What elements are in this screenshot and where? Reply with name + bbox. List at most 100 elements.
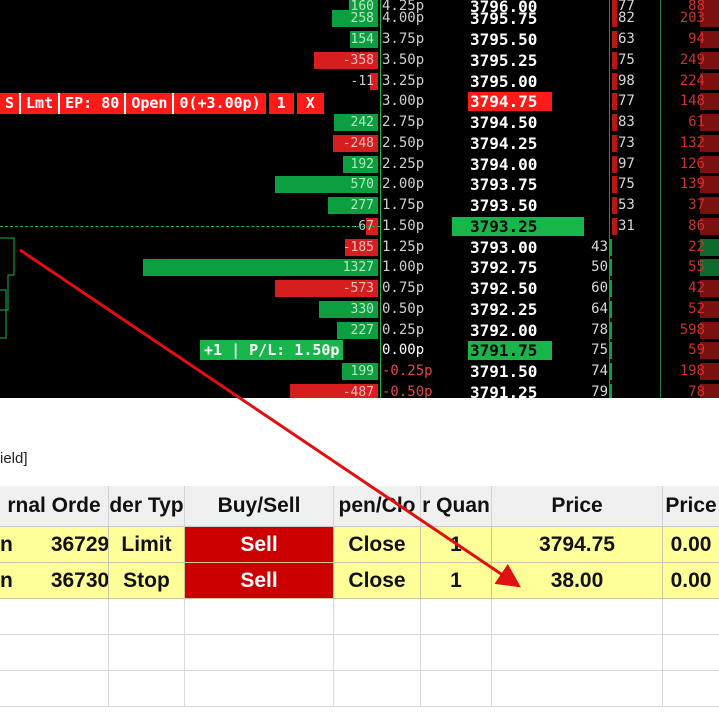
price-cell[interactable]: 3793.00 xyxy=(470,238,550,257)
ask-size[interactable]: 97 xyxy=(618,155,640,174)
empty-cell[interactable] xyxy=(109,635,185,671)
ask-size[interactable]: 77 xyxy=(618,92,640,111)
column-header-buy-sell[interactable]: Buy/Sell xyxy=(185,486,334,527)
price-cell[interactable]: 38.00 xyxy=(492,563,663,599)
empty-cell[interactable] xyxy=(492,671,663,707)
order-type-cell[interactable]: Limit xyxy=(109,527,185,563)
ladder-row[interactable]: 258 4.00p 3795.75 82 203 xyxy=(0,8,719,28)
bid-size[interactable]: 75 xyxy=(586,341,608,360)
order-type-cell[interactable]: Stop xyxy=(109,563,185,599)
column-header-price-2[interactable]: Price xyxy=(663,486,719,527)
bid-size[interactable]: 50 xyxy=(586,258,608,277)
ladder-row[interactable]: 199 -0.25p 3791.50 74 198 xyxy=(0,361,719,381)
ladder-row[interactable]: 570 2.00p 3793.75 75 139 xyxy=(0,174,719,194)
price-cell[interactable]: 3793.75 xyxy=(470,175,550,194)
quantity-cell[interactable]: 1 xyxy=(421,563,492,599)
price-cell[interactable]: 3792.00 xyxy=(470,321,550,340)
ladder-row[interactable]: 330 0.50p 3792.25 64 52 xyxy=(0,299,719,319)
ask-size[interactable]: 53 xyxy=(618,196,640,215)
column-header-quantity[interactable]: r Quan xyxy=(421,486,492,527)
price-cell[interactable]: 3794.00 xyxy=(470,155,550,174)
bid-size[interactable]: 64 xyxy=(586,300,608,319)
empty-cell[interactable] xyxy=(0,599,109,635)
ladder-row[interactable]: -358 3.50p 3795.25 75 249 xyxy=(0,50,719,70)
empty-cell[interactable] xyxy=(334,599,421,635)
column-header-order-type[interactable]: der Typ xyxy=(109,486,185,527)
buy-sell-cell[interactable]: Sell xyxy=(185,563,334,599)
buy-sell-cell[interactable]: Sell xyxy=(185,527,334,563)
price-cell[interactable]: 3795.75 xyxy=(470,9,550,28)
cancel-order-button[interactable]: X xyxy=(296,93,324,114)
price-cell[interactable]: 3792.50 xyxy=(470,279,550,298)
order-quantity[interactable]: 1 xyxy=(268,93,294,114)
price-cell[interactable]: 3793.25 xyxy=(452,217,584,236)
ladder-row[interactable]: 1327 1.00p 3792.75 50 55 xyxy=(0,257,719,277)
ladder-row[interactable]: 154 3.75p 3795.50 63 94 xyxy=(0,29,719,49)
internal-order-prefix[interactable]: n 36729 xyxy=(0,527,109,563)
ladder-row[interactable]: -573 0.75p 3792.50 60 42 xyxy=(0,278,719,298)
ladder-row[interactable]: -185 1.25p 3793.00 43 22 xyxy=(0,237,719,257)
empty-cell[interactable] xyxy=(334,671,421,707)
empty-cell[interactable] xyxy=(421,599,492,635)
empty-cell[interactable] xyxy=(663,671,719,707)
price-cell[interactable]: 3792.75 xyxy=(470,258,550,277)
price-cell[interactable]: 3794.25 xyxy=(470,134,550,153)
working-order-bar[interactable]: S Lmt EP: 80 Open 0(+3.00p) 1 X xyxy=(0,93,324,114)
bid-size[interactable]: 43 xyxy=(586,238,608,257)
ladder-row[interactable]: 192 2.25p 3794.00 97 126 xyxy=(0,154,719,174)
ask-size[interactable]: 75 xyxy=(618,175,640,194)
internal-order-prefix[interactable]: n 36730 xyxy=(0,563,109,599)
ask-size[interactable]: 83 xyxy=(618,113,640,132)
ladder-row[interactable]: 242 2.75p 3794.50 83 61 xyxy=(0,112,719,132)
empty-cell[interactable] xyxy=(0,635,109,671)
bid-size[interactable]: 60 xyxy=(586,279,608,298)
ladder-row[interactable]: -248 2.50p 3794.25 73 132 xyxy=(0,133,719,153)
ask-size[interactable]: 63 xyxy=(618,30,640,49)
empty-cell[interactable] xyxy=(0,671,109,707)
quantity-cell[interactable]: 1 xyxy=(421,527,492,563)
open-close-cell[interactable]: Close xyxy=(334,527,421,563)
price-cell[interactable]: 3793.50 xyxy=(470,196,550,215)
ask-size[interactable]: 82 xyxy=(618,9,640,28)
empty-cell[interactable] xyxy=(663,635,719,671)
empty-cell[interactable] xyxy=(663,599,719,635)
ladder-row[interactable]: -487 -0.50p 3791.25 79 78 xyxy=(0,382,719,398)
empty-cell[interactable] xyxy=(421,635,492,671)
price-2-cell[interactable]: 0.00 xyxy=(663,527,719,563)
empty-cell[interactable] xyxy=(109,671,185,707)
price-cell[interactable]: 3794.75 xyxy=(468,92,552,111)
empty-cell[interactable] xyxy=(492,599,663,635)
empty-cell[interactable] xyxy=(185,671,334,707)
price-cell[interactable]: 3791.75 xyxy=(468,341,552,360)
ladder-row[interactable]: 277 1.75p 3793.50 53 37 xyxy=(0,195,719,215)
price-2-cell[interactable]: 0.00 xyxy=(663,563,719,599)
empty-cell[interactable] xyxy=(334,635,421,671)
column-header-internal-order[interactable]: rnal Orde xyxy=(0,486,109,527)
ask-size[interactable]: 75 xyxy=(618,51,640,70)
bid-size[interactable]: 78 xyxy=(586,321,608,340)
price-cell[interactable]: 3795.25 xyxy=(470,51,550,70)
price-cell[interactable]: 3795.50 xyxy=(470,30,550,49)
empty-cell[interactable] xyxy=(185,599,334,635)
ask-size[interactable]: 31 xyxy=(618,217,640,236)
ask-size[interactable]: 73 xyxy=(618,134,640,153)
open-close-cell[interactable]: Close xyxy=(334,563,421,599)
ladder-row[interactable]: -11 3.25p 3795.00 98 224 xyxy=(0,71,719,91)
price-cell[interactable]: 3794.50 xyxy=(470,113,550,132)
bid-size[interactable]: 79 xyxy=(586,383,608,398)
ladder-row[interactable]: 227 0.25p 3792.00 78 598 xyxy=(0,320,719,340)
column-header-open-close[interactable]: pen/Clo xyxy=(334,486,421,527)
price-cell[interactable]: 3791.50 xyxy=(470,362,550,381)
ask-size[interactable]: 98 xyxy=(618,72,640,91)
price-cell[interactable]: 3791.25 xyxy=(470,383,550,398)
ladder-row[interactable]: 0.00p 3791.75 75 59 xyxy=(0,340,719,360)
price-cell[interactable]: 3795.00 xyxy=(470,72,550,91)
column-header-price[interactable]: Price xyxy=(492,486,663,527)
empty-cell[interactable] xyxy=(185,635,334,671)
empty-cell[interactable] xyxy=(492,635,663,671)
empty-cell[interactable] xyxy=(421,671,492,707)
bid-size[interactable]: 74 xyxy=(586,362,608,381)
price-cell[interactable]: 3792.25 xyxy=(470,300,550,319)
empty-cell[interactable] xyxy=(109,599,185,635)
price-cell[interactable]: 3794.75 xyxy=(492,527,663,563)
